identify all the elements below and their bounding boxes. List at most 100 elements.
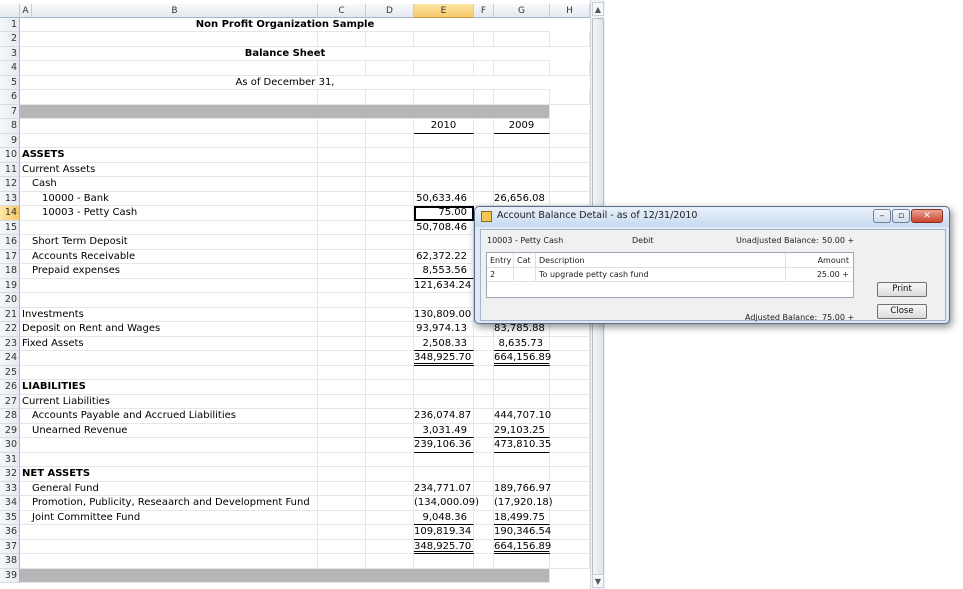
cell-d[interactable] <box>366 322 414 337</box>
cell-c[interactable] <box>318 293 366 308</box>
cell-e[interactable]: 3,031.49 <box>414 423 474 438</box>
row-header[interactable]: 39 <box>0 568 20 583</box>
cell-g[interactable]: 83,785.88 <box>494 322 550 337</box>
cell-g[interactable] <box>494 394 550 409</box>
cell-f[interactable] <box>474 162 494 177</box>
cell-d[interactable] <box>366 148 414 163</box>
cell-g[interactable]: 189,766.97 <box>494 481 551 496</box>
grid-header-description[interactable]: Description <box>536 253 786 268</box>
row-header[interactable]: 8 <box>0 119 20 134</box>
cell-f[interactable] <box>474 438 494 453</box>
cell-g[interactable] <box>494 554 550 569</box>
cell-b[interactable] <box>20 438 318 453</box>
cell-h[interactable] <box>550 496 590 511</box>
cell-b[interactable] <box>20 220 318 235</box>
cell-d[interactable] <box>366 539 414 554</box>
cell-c[interactable] <box>318 452 366 467</box>
cell-d[interactable] <box>366 32 414 47</box>
cell-c[interactable] <box>318 380 366 395</box>
scroll-down-arrow-icon[interactable]: ▼ <box>592 574 604 588</box>
cell-h[interactable] <box>550 336 590 351</box>
cell-g[interactable] <box>494 90 550 105</box>
cell-f[interactable] <box>474 133 494 148</box>
cell-c[interactable] <box>318 336 366 351</box>
cell-b[interactable]: Unearned Revenue <box>20 423 318 438</box>
close-icon[interactable]: ✕ <box>911 209 943 223</box>
row-header[interactable]: 30 <box>0 438 20 453</box>
cell-e[interactable] <box>414 61 474 76</box>
row-header[interactable]: 10 <box>0 148 20 163</box>
cell-f[interactable] <box>474 90 494 105</box>
cell-e[interactable]: 236,074.87 <box>414 409 474 424</box>
grid-cell-entry[interactable]: 2 <box>487 268 514 282</box>
cell-e[interactable]: 50,633.46 <box>414 191 474 206</box>
cell-d[interactable] <box>366 177 414 192</box>
row-header[interactable]: 35 <box>0 510 20 525</box>
row-header[interactable]: 17 <box>0 249 20 264</box>
cell-d[interactable] <box>366 307 414 322</box>
cell-g[interactable]: 664,156.89 <box>494 539 551 554</box>
cell-e[interactable]: 2010 <box>414 119 474 134</box>
cell-e[interactable]: 8,553.56 <box>414 264 474 279</box>
cell-g[interactable] <box>494 365 550 380</box>
cell-h[interactable] <box>550 133 590 148</box>
cell-b[interactable] <box>20 351 318 366</box>
cell-f[interactable] <box>474 409 494 424</box>
cell-h[interactable] <box>550 452 590 467</box>
cell-b[interactable]: Investments <box>20 307 318 322</box>
row-header[interactable]: 15 <box>0 220 20 235</box>
cell-f[interactable] <box>474 510 494 525</box>
cell-f[interactable] <box>474 539 494 554</box>
cell-b[interactable] <box>20 90 318 105</box>
cell-b[interactable] <box>20 32 318 47</box>
cell-d[interactable] <box>366 467 414 482</box>
cell-h[interactable] <box>550 61 590 76</box>
cell-f[interactable] <box>474 177 494 192</box>
row-header[interactable]: 12 <box>0 177 20 192</box>
cell-c[interactable] <box>318 32 366 47</box>
cell-e[interactable]: 2,508.33 <box>414 336 474 351</box>
cell-d[interactable] <box>366 380 414 395</box>
row-header[interactable]: 29 <box>0 423 20 438</box>
row-header[interactable]: 26 <box>0 380 20 395</box>
column-header-a[interactable]: A <box>20 4 32 18</box>
maximize-icon[interactable]: ▫ <box>892 209 910 223</box>
cell-b[interactable] <box>20 104 550 119</box>
cell-g[interactable]: 664,156.89 <box>494 351 551 366</box>
column-header-f[interactable]: F <box>474 4 494 18</box>
row-header[interactable]: 18 <box>0 264 20 279</box>
cell-f[interactable] <box>474 380 494 395</box>
cell-f[interactable] <box>474 191 494 206</box>
row-header[interactable]: 1 <box>0 17 20 32</box>
row-header[interactable]: 2 <box>0 32 20 47</box>
row-header[interactable]: 13 <box>0 191 20 206</box>
cell-b[interactable]: Current Liabilities <box>20 394 318 409</box>
cell-h[interactable] <box>550 191 590 206</box>
cell-g[interactable]: 190,346.54 <box>494 525 551 540</box>
cell-c[interactable] <box>318 365 366 380</box>
cell-c[interactable] <box>318 61 366 76</box>
cell-e[interactable]: 348,925.70 <box>414 539 474 554</box>
cell-c[interactable] <box>318 394 366 409</box>
cell-d[interactable] <box>366 235 414 250</box>
cell-b[interactable]: Non Profit Organization Sample <box>20 18 550 32</box>
grid-cell-cat[interactable] <box>514 268 536 282</box>
cell-b[interactable]: Joint Committee Fund <box>20 510 318 525</box>
cell-f[interactable] <box>474 322 494 337</box>
grid-header-amount[interactable]: Amount <box>786 253 853 268</box>
cell-c[interactable] <box>318 264 366 279</box>
cell-e[interactable] <box>414 177 474 192</box>
cell-g[interactable] <box>494 162 550 177</box>
cell-c[interactable] <box>318 481 366 496</box>
cell-d[interactable] <box>366 336 414 351</box>
column-header-e[interactable]: E <box>414 4 474 18</box>
cell-c[interactable] <box>318 554 366 569</box>
cell-b[interactable]: Deposit on Rent and Wages <box>20 322 318 337</box>
cell-g[interactable]: 18,499.75 <box>494 510 550 525</box>
cell-b[interactable]: Short Term Deposit <box>20 235 318 250</box>
cell-g[interactable]: 8,635.73 <box>494 336 550 351</box>
row-header[interactable]: 38 <box>0 554 20 569</box>
scroll-up-arrow-icon[interactable]: ▲ <box>592 2 604 16</box>
cell-e[interactable]: (134,000.09) <box>414 496 479 511</box>
entries-grid[interactable]: Entry Cat Description Amount 2 To upgrad… <box>486 252 854 298</box>
